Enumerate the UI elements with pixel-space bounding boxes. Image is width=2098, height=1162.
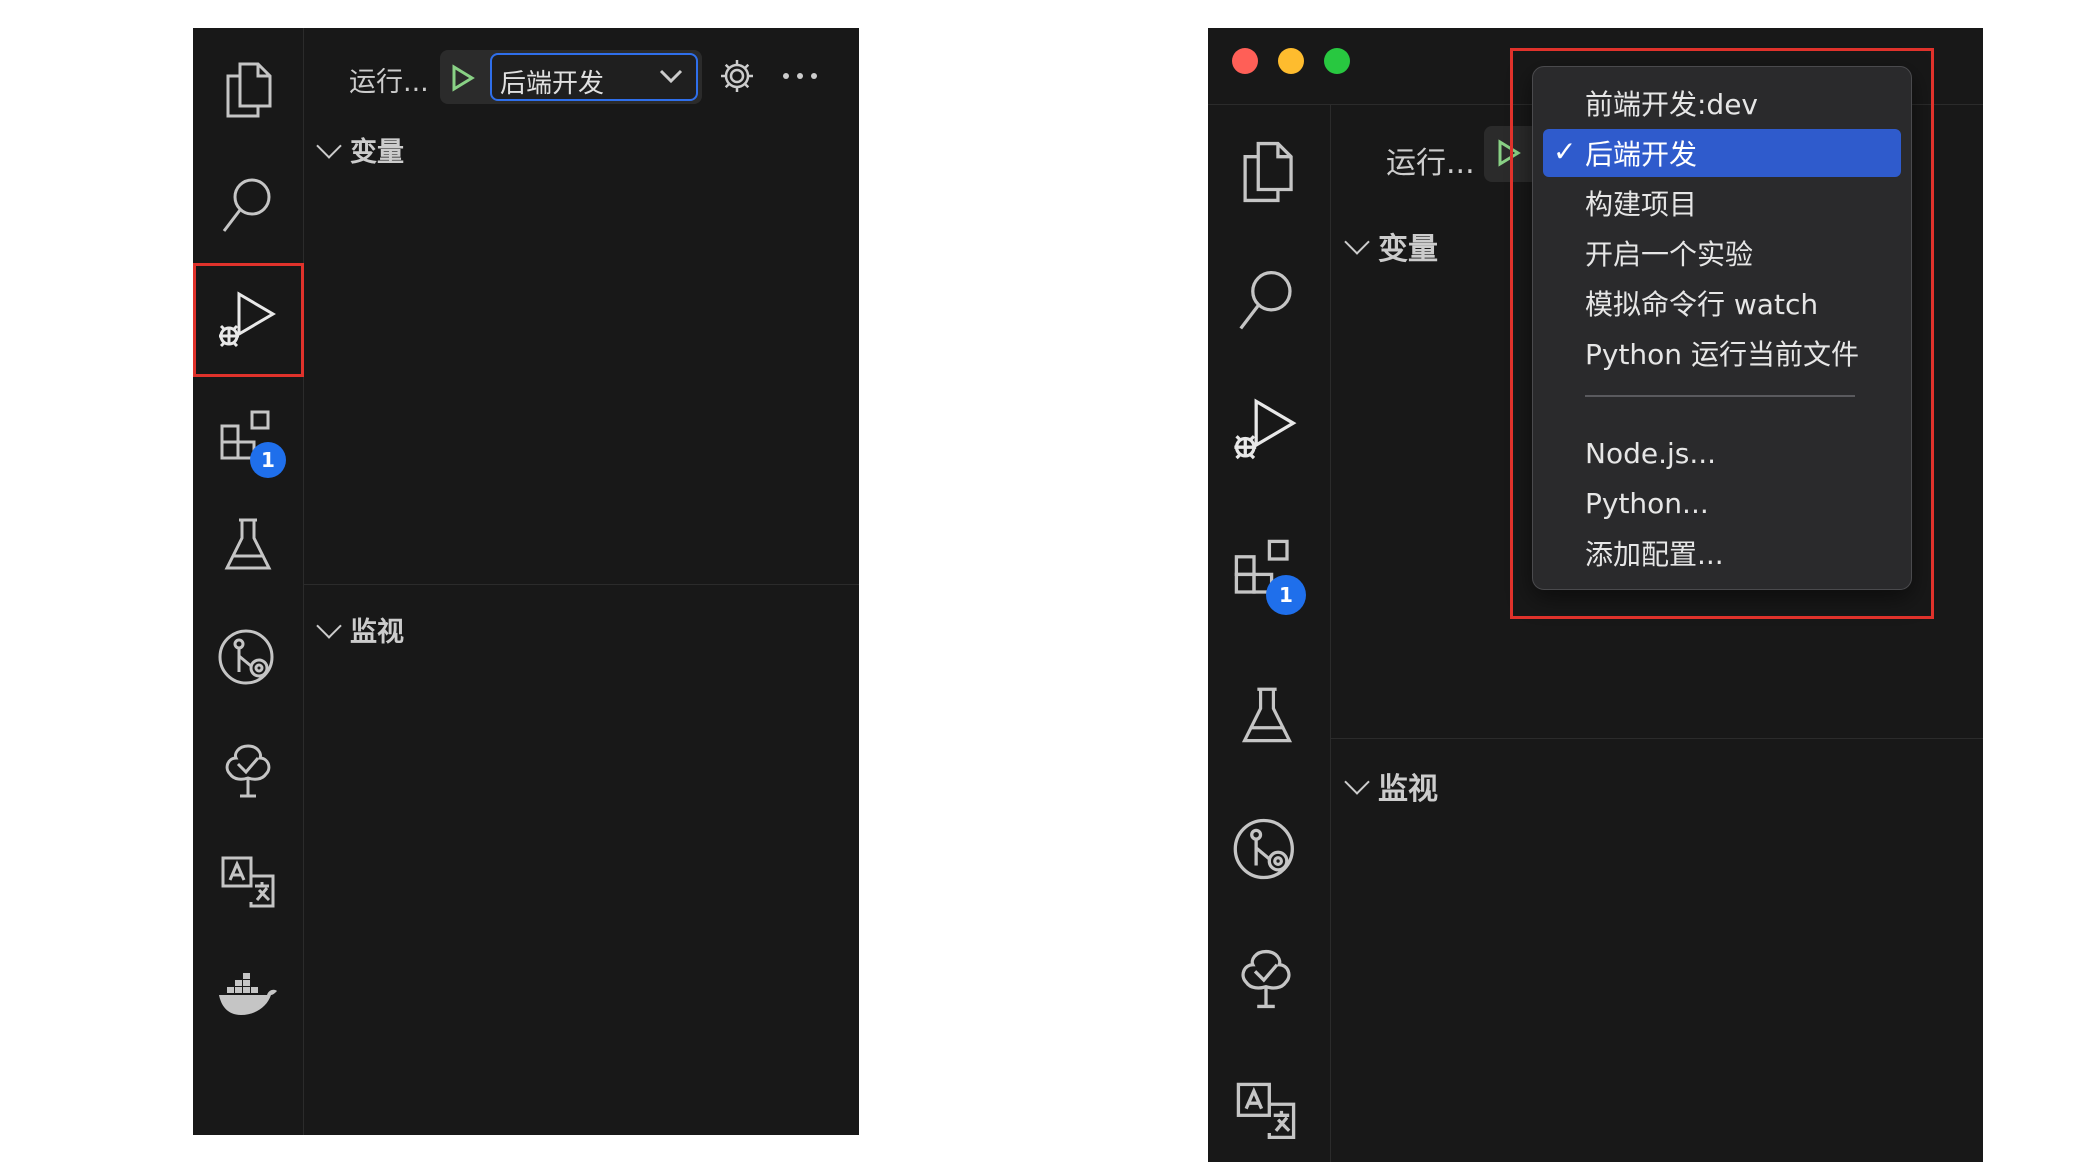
tree-check-icon[interactable] bbox=[217, 740, 279, 802]
left-vscode-panel: 1 运行... 后端开发 变量 监视 bbox=[193, 28, 859, 1135]
run-label: 运行... bbox=[1386, 146, 1475, 181]
run-debug-icon[interactable] bbox=[1230, 397, 1302, 469]
section-variables-label: 变量 bbox=[1378, 232, 1438, 267]
testing-icon[interactable] bbox=[1238, 685, 1296, 747]
chevron-down-icon bbox=[1344, 769, 1370, 795]
section-variables[interactable]: 变量 bbox=[1344, 224, 1438, 268]
start-debugging-icon[interactable] bbox=[450, 64, 476, 92]
extensions-badge: 1 bbox=[1266, 575, 1306, 615]
explorer-icon[interactable] bbox=[218, 58, 278, 122]
more-actions-icon[interactable] bbox=[782, 72, 818, 80]
debug-sidebar: 运行... 后端开发 变量 监视 bbox=[304, 28, 859, 1135]
dropdown-highlight bbox=[1510, 48, 1934, 619]
section-watch-label: 监视 bbox=[1378, 772, 1438, 807]
run-config-value: 后端开发 bbox=[500, 69, 605, 99]
testing-icon[interactable] bbox=[221, 516, 275, 574]
section-divider bbox=[304, 584, 859, 585]
run-label: 运行... bbox=[349, 67, 429, 98]
extensions-badge: 1 bbox=[250, 442, 286, 478]
git-graph-icon[interactable] bbox=[217, 626, 279, 688]
gear-icon[interactable] bbox=[719, 58, 755, 94]
docker-icon[interactable] bbox=[217, 973, 279, 1017]
section-watch[interactable]: 监视 bbox=[1344, 764, 1438, 808]
translate-icon[interactable] bbox=[219, 854, 277, 912]
chevron-down-icon bbox=[658, 67, 684, 85]
chevron-down-icon bbox=[316, 612, 342, 639]
git-graph-icon[interactable] bbox=[1232, 815, 1300, 883]
section-variables[interactable]: 变量 bbox=[316, 130, 404, 169]
right-vscode-panel: 1 运行... 变量 监视 前端开发:dev ✓ 后端开发 构建项目 开启一个实… bbox=[1208, 28, 1983, 1162]
tree-check-icon[interactable] bbox=[1232, 945, 1300, 1013]
search-icon[interactable] bbox=[1234, 265, 1300, 335]
activity-bar: 1 bbox=[1208, 105, 1331, 1162]
explorer-icon[interactable] bbox=[1234, 137, 1300, 207]
window-close-button[interactable] bbox=[1232, 48, 1258, 74]
window-minimize-button[interactable] bbox=[1278, 48, 1304, 74]
activity-bar: 1 bbox=[193, 28, 304, 1135]
chevron-down-icon bbox=[316, 132, 342, 159]
translate-icon[interactable] bbox=[1234, 1080, 1298, 1144]
section-watch[interactable]: 监视 bbox=[316, 610, 404, 649]
section-watch-label: 监视 bbox=[350, 617, 404, 648]
search-icon[interactable] bbox=[218, 173, 278, 237]
run-config-select[interactable]: 后端开发 bbox=[490, 53, 698, 101]
run-debug-highlight bbox=[193, 263, 304, 377]
window-maximize-button[interactable] bbox=[1324, 48, 1350, 74]
section-divider bbox=[1331, 738, 1983, 739]
chevron-down-icon bbox=[1344, 229, 1370, 255]
section-variables-label: 变量 bbox=[350, 137, 404, 168]
